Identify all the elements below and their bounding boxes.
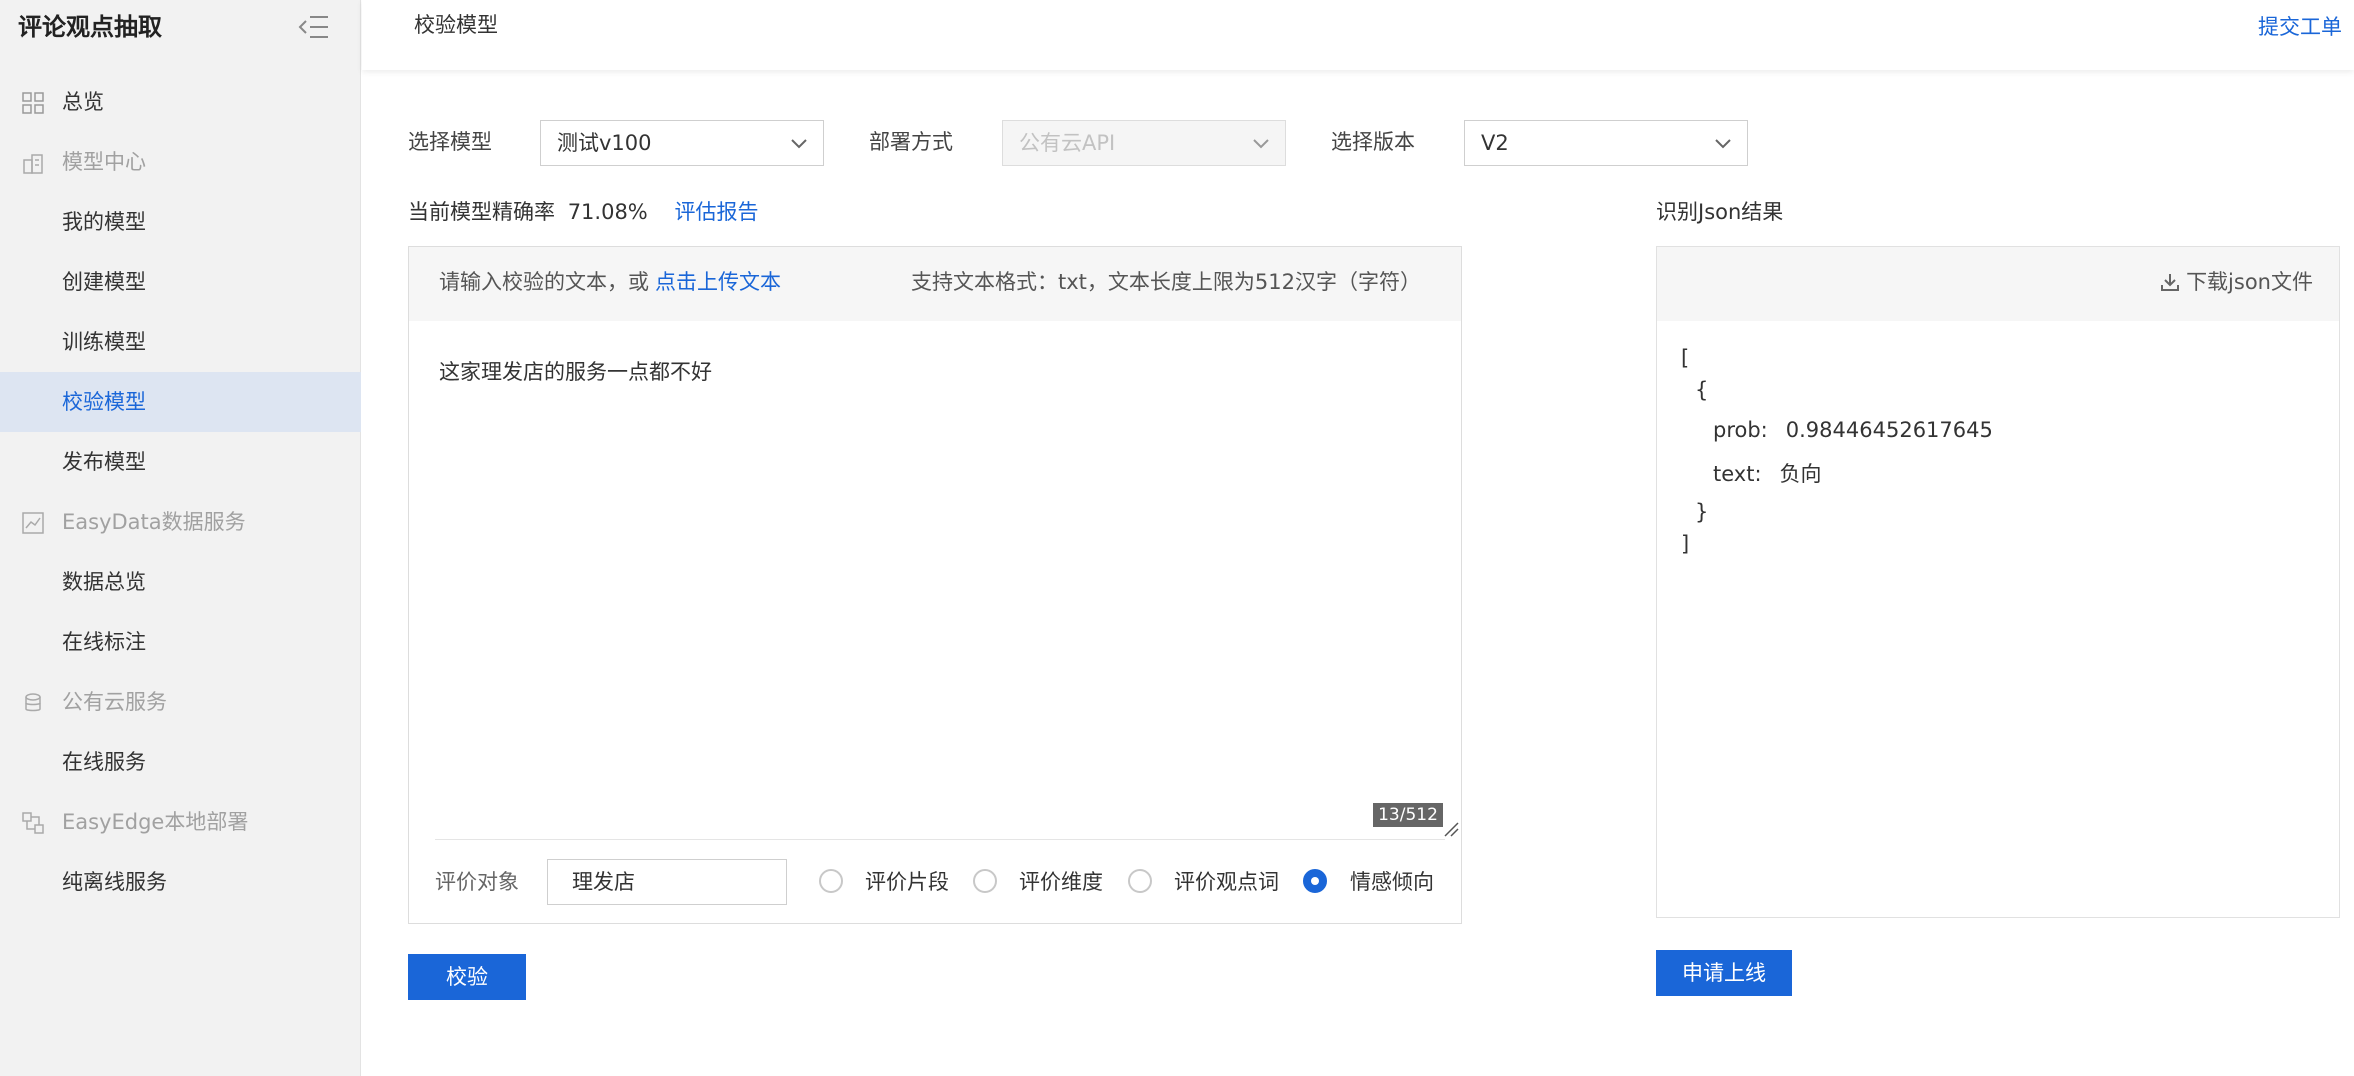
json-panel-header: 下载json文件 xyxy=(1657,247,2339,321)
accuracy-value: 71.08% xyxy=(567,200,648,224)
json-text-line: text: 负向 xyxy=(1713,459,1822,489)
version-select[interactable]: V2 xyxy=(1464,120,1748,166)
char-counter: 13/512 xyxy=(1373,803,1443,827)
radio-segment-label[interactable]: 评价片段 xyxy=(865,867,949,897)
sidebar-group-easyedge: EasyEdge本地部署 xyxy=(0,792,361,852)
deploy-select-value: 公有云API xyxy=(1019,131,1116,155)
radio-opinion-word-label[interactable]: 评价观点词 xyxy=(1174,867,1279,897)
sidebar-group-label: EasyEdge本地部署 xyxy=(62,810,249,834)
json-result-title: 识别Json结果 xyxy=(1656,200,1784,224)
target-input-value: 理发店 xyxy=(572,870,635,894)
sidebar-group-label: 模型中心 xyxy=(62,150,146,174)
sidebar-item-online-labeling[interactable]: 在线标注 xyxy=(0,612,361,672)
verify-text-area[interactable]: 这家理发店的服务一点都不好 xyxy=(439,357,712,387)
sidebar-item-label: 在线服务 xyxy=(62,750,146,774)
sidebar-group-label: 公有云服务 xyxy=(62,690,167,714)
version-select-value: V2 xyxy=(1481,131,1509,155)
format-note: 支持文本格式：txt，文本长度上限为512汉字（字符） xyxy=(911,270,1421,294)
sidebar-item-label: 发布模型 xyxy=(62,450,146,474)
sidebar-group-model-center: 模型中心 xyxy=(0,132,361,192)
sidebar-group-easydata: EasyData数据服务 xyxy=(0,492,361,552)
sidebar: 评论观点抽取 总览 模型中心 我的模型 创建模型 训练模型 校验模型 发布模型 xyxy=(0,0,361,1076)
page-title: 校验模型 xyxy=(414,13,498,37)
evaluation-report-link[interactable]: 评估报告 xyxy=(674,200,758,224)
accuracy-row: 当前模型精确率 71.08% 评估报告 xyxy=(408,197,758,227)
sidebar-item-data-overview[interactable]: 数据总览 xyxy=(0,552,361,612)
sidebar-group-label: EasyData数据服务 xyxy=(62,510,246,534)
radio-opinion-word[interactable] xyxy=(1128,869,1152,893)
upload-text-link[interactable]: 点击上传文本 xyxy=(655,270,781,294)
database-icon xyxy=(25,693,41,712)
model-select[interactable]: 测试v100 xyxy=(540,120,824,166)
apply-online-button[interactable]: 申请上线 xyxy=(1656,950,1792,996)
json-open-brace: { xyxy=(1695,378,1709,402)
building-icon xyxy=(23,154,43,174)
sidebar-item-label: 我的模型 xyxy=(62,210,146,234)
submit-ticket-link[interactable]: 提交工单 xyxy=(2258,12,2342,42)
json-prob-key: prob: xyxy=(1713,418,1768,442)
text-input-panel: 请输入校验的文本，或 点击上传文本 支持文本格式：txt，文本长度上限为512汉字… xyxy=(408,246,1462,924)
json-text-value: 负向 xyxy=(1779,462,1822,486)
radio-segment[interactable] xyxy=(819,869,843,893)
json-prob-value: 0.98446452617645 xyxy=(1785,418,1993,442)
sidebar-item-overview[interactable]: 总览 xyxy=(0,72,361,132)
target-input[interactable]: 理发店 xyxy=(547,859,787,905)
sidebar-item-create-model[interactable]: 创建模型 xyxy=(0,252,361,312)
resize-handle-icon[interactable] xyxy=(1443,821,1459,837)
sidebar-item-label: 数据总览 xyxy=(62,570,146,594)
json-close-bracket: ] xyxy=(1681,532,1690,556)
download-json-button[interactable]: 下载json文件 xyxy=(2160,267,2313,297)
target-label: 评价对象 xyxy=(435,870,519,894)
radio-sentiment[interactable] xyxy=(1303,869,1327,893)
version-select-label: 选择版本 xyxy=(1331,130,1415,154)
sidebar-item-publish-model[interactable]: 发布模型 xyxy=(0,432,361,492)
sidebar-item-label: 创建模型 xyxy=(62,270,146,294)
sidebar-item-my-models[interactable]: 我的模型 xyxy=(0,192,361,252)
chart-icon xyxy=(22,512,44,534)
model-select-value: 测试v100 xyxy=(557,131,652,155)
sidebar-item-label: 校验模型 xyxy=(62,390,146,414)
download-icon xyxy=(2161,274,2180,291)
sidebar-item-verify-model[interactable]: 校验模型 xyxy=(0,372,361,432)
topbar: 校验模型 提交工单 xyxy=(362,0,2354,70)
json-prob-line: prob: 0.98446452617645 xyxy=(1713,415,1993,445)
json-text-key: text: xyxy=(1713,462,1762,486)
json-close-brace: } xyxy=(1695,500,1709,524)
input-hint: 请输入校验的文本，或 点击上传文本 xyxy=(439,267,781,297)
sidebar-item-online-service[interactable]: 在线服务 xyxy=(0,732,361,792)
sidebar-item-label: 总览 xyxy=(62,90,104,114)
radio-dimension-label[interactable]: 评价维度 xyxy=(1019,867,1103,897)
chevron-down-icon xyxy=(791,139,807,149)
radio-dimension[interactable] xyxy=(973,869,997,893)
chevron-down-icon xyxy=(1715,139,1731,149)
json-open-bracket: [ xyxy=(1681,346,1690,370)
deploy-select: 公有云API xyxy=(1002,120,1286,166)
sidebar-item-train-model[interactable]: 训练模型 xyxy=(0,312,361,372)
input-panel-header: 请输入校验的文本，或 点击上传文本 支持文本格式：txt，文本长度上限为512汉字… xyxy=(409,247,1461,321)
input-hint-text: 请输入校验的文本，或 xyxy=(439,270,649,294)
sidebar-group-public-cloud: 公有云服务 xyxy=(0,672,361,732)
sidebar-item-offline-service[interactable]: 纯离线服务 xyxy=(0,852,361,912)
divider xyxy=(435,839,1445,840)
radio-sentiment-label[interactable]: 情感倾向 xyxy=(1350,867,1434,897)
sidebar-item-label: 训练模型 xyxy=(62,330,146,354)
edge-icon xyxy=(22,812,44,834)
app-title: 评论观点抽取 xyxy=(18,13,162,41)
chevron-down-icon xyxy=(1253,139,1269,149)
json-result-panel: 下载json文件 [ { prob: 0.98446452617645 text:… xyxy=(1656,246,2340,918)
sidebar-item-label: 纯离线服务 xyxy=(62,870,167,894)
download-json-label: 下载json文件 xyxy=(2186,270,2313,294)
grid-icon xyxy=(22,92,44,114)
sidebar-item-label: 在线标注 xyxy=(62,630,146,654)
verify-button[interactable]: 校验 xyxy=(408,954,526,1000)
deploy-select-label: 部署方式 xyxy=(869,130,953,154)
accuracy-label: 当前模型精确率 xyxy=(408,200,555,224)
model-select-label: 选择模型 xyxy=(408,130,492,154)
collapse-sidebar-icon[interactable] xyxy=(296,12,330,42)
